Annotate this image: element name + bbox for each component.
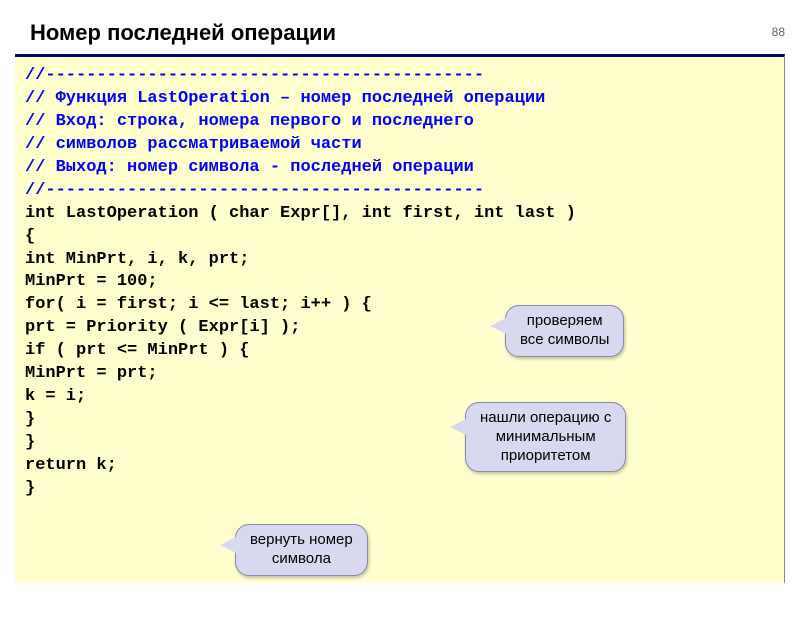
callout-text: приоритетом: [501, 447, 591, 464]
code-line: MinPrt = prt;: [25, 363, 774, 386]
code-line: }: [25, 432, 774, 455]
code-line: MinPrt = 100;: [25, 271, 774, 294]
callout-text: нашли операцию с: [480, 409, 611, 426]
code-line: for( i = first; i <= last; i++ ) {: [25, 294, 774, 317]
code-line: prt = Priority ( Expr[i] );: [25, 317, 774, 340]
comment-line: //--------------------------------------…: [25, 65, 774, 88]
comment-line: // Вход: строка, номера первого и послед…: [25, 111, 774, 134]
comment-line: // Функция LastOperation – номер последн…: [25, 88, 774, 111]
callout-return: вернуть номер символа: [235, 524, 368, 576]
callout-check-all: проверяем все символы: [505, 305, 624, 357]
callout-text: минимальным: [496, 428, 596, 445]
comment-line: // Выход: номер символа - последней опер…: [25, 157, 774, 180]
callout-text: все символы: [520, 331, 609, 348]
comment-line: // символов рассматриваемой части: [25, 134, 774, 157]
code-line: if ( prt <= MinPrt ) {: [25, 340, 774, 363]
slide-title: Номер последней операции: [30, 20, 800, 46]
code-block: //--------------------------------------…: [15, 54, 785, 583]
code-line: }: [25, 409, 774, 432]
code-line: int MinPrt, i, k, prt;: [25, 249, 774, 272]
callout-text: вернуть номер: [250, 531, 353, 548]
callout-text: символа: [272, 550, 331, 567]
code-line: int LastOperation ( char Expr[], int fir…: [25, 203, 774, 226]
comment-line: //--------------------------------------…: [25, 180, 774, 203]
code-line: k = i;: [25, 386, 774, 409]
callout-text: проверяем: [527, 312, 603, 329]
callout-found-min: нашли операцию с минимальным приоритетом: [465, 402, 626, 472]
code-line: return k;: [25, 455, 774, 478]
code-line: {: [25, 226, 774, 249]
code-line: }: [25, 478, 774, 501]
page-number: 88: [772, 25, 785, 39]
